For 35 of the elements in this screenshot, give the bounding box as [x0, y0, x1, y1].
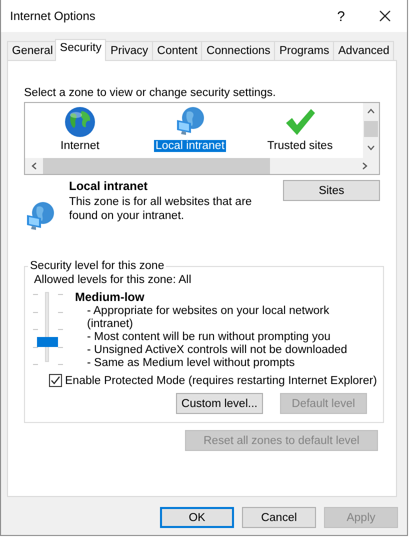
zone-title: Local intranet — [69, 179, 149, 193]
zone-label: Trusted sites — [266, 140, 334, 152]
zone-label: Local intranet — [154, 140, 226, 152]
sites-button[interactable]: Sites — [283, 180, 380, 201]
horizontal-scrollbar[interactable] — [25, 158, 379, 174]
slider-thumb[interactable] — [37, 337, 58, 348]
zone-prompt: Select a zone to view or change security settings. — [24, 87, 277, 99]
group-legend: Security level for this zone — [28, 260, 166, 272]
checkbox[interactable] — [49, 374, 62, 387]
close-icon — [379, 10, 391, 22]
tab[interactable]: General — [7, 41, 58, 60]
level-description: - Same as Medium level without prompts — [87, 357, 296, 370]
zone-item[interactable]: Internet — [25, 106, 135, 158]
zone-item[interactable]: Trusted sites — [245, 106, 355, 158]
globe-icon — [64, 106, 96, 138]
level-description: - Most content will be run without prompting you — [87, 331, 332, 344]
zone-description: This zone is for all websites that are found on your intranet. — [69, 195, 253, 223]
zone-label: Internet — [60, 140, 100, 152]
dialog-button[interactable]: Cancel — [242, 507, 316, 528]
tab[interactable]: Advanced — [333, 41, 394, 60]
allowed-levels-label: Allowed levels for this zone: All — [34, 274, 192, 286]
vertical-scrollbar[interactable] — [363, 103, 379, 158]
monitor-globe-icon — [24, 201, 56, 233]
help-button[interactable]: ? — [319, 0, 363, 32]
level-button[interactable]: Custom level... — [176, 393, 263, 414]
check-icon — [50, 375, 61, 386]
level-description: - Appropriate for websites on your local network (intranet) — [87, 305, 330, 331]
security-level-slider[interactable] — [33, 292, 63, 362]
zone-item[interactable]: Local intranet — [135, 106, 245, 158]
tab[interactable]: Security — [54, 39, 106, 61]
monitor-globe-icon — [174, 106, 206, 138]
window-title: Internet Options — [10, 9, 96, 23]
level-description: - Unsigned ActiveX controls will not be downloaded — [87, 344, 348, 357]
level-name: Medium-low — [75, 291, 146, 304]
dialog-button[interactable]: OK — [160, 507, 234, 528]
